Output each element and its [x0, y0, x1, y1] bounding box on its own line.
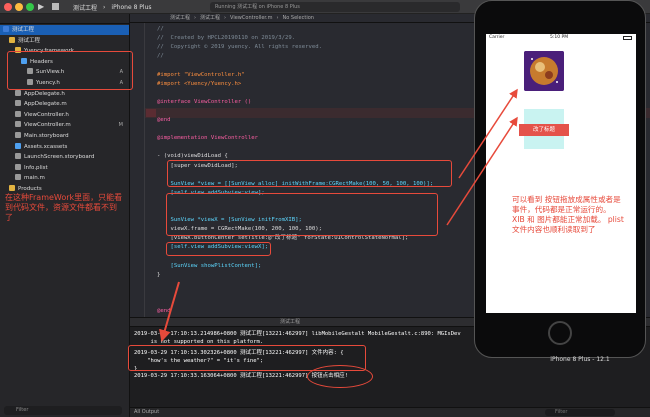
arrow-to-console	[159, 281, 180, 342]
arrow-to-image	[458, 88, 518, 179]
right-annotation-note: 可以看到 按钮拖放成属性或者是事件，代码都是正常运行的。 XIB 和 图片都能正…	[512, 195, 624, 234]
left-annotation-note: 在这种FrameWork里面，只能看到代码文件，资源文件都看不到了	[5, 193, 123, 222]
arrow-to-xib-view	[446, 116, 518, 226]
